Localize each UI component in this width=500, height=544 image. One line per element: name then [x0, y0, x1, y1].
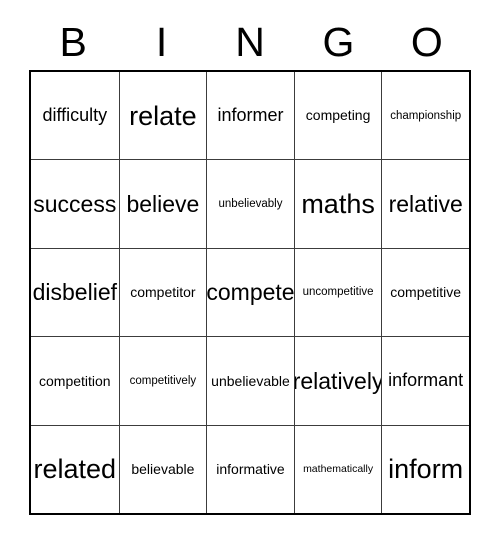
bingo-cell[interactable]: success	[31, 160, 119, 247]
bingo-cell[interactable]: difficulty	[31, 72, 119, 159]
bingo-header: B I N G O	[29, 14, 471, 70]
bingo-row: related believable informative mathemati…	[31, 424, 469, 514]
bingo-cell[interactable]: informative	[206, 425, 294, 514]
header-letter-o: O	[410, 18, 443, 65]
bingo-cell[interactable]: competition	[31, 337, 119, 424]
bingo-row: success believe unbelievably maths relat…	[31, 159, 469, 248]
bingo-cell[interactable]: mathematically	[293, 425, 382, 514]
bingo-cell[interactable]: relatively	[293, 337, 381, 425]
bingo-cell[interactable]: uncompetitive	[293, 248, 382, 337]
bingo-cell[interactable]: disbelief	[31, 249, 119, 336]
bingo-cell[interactable]: maths	[293, 160, 382, 248]
bingo-row: competition competitively unbelievable r…	[31, 336, 469, 425]
bingo-cell[interactable]: relative	[381, 160, 469, 248]
bingo-row: difficulty relate informer competing cha…	[31, 72, 469, 160]
header-letter-g: G	[322, 18, 355, 65]
bingo-cell[interactable]: compete	[206, 248, 294, 337]
bingo-card: B I N G O difficulty relate informer com…	[0, 0, 500, 544]
bingo-cell[interactable]: related	[31, 426, 119, 513]
bingo-cell[interactable]: competitively	[118, 337, 207, 425]
bingo-grid: difficulty relate informer competing cha…	[29, 70, 471, 515]
bingo-cell[interactable]: championship	[381, 72, 469, 160]
bingo-cell[interactable]: competitive	[381, 248, 469, 337]
header-letter-n: N	[235, 18, 265, 65]
header-letter-i: I	[155, 18, 168, 65]
header-letter-b: B	[59, 18, 87, 65]
bingo-cell[interactable]: unbelievably	[206, 160, 294, 248]
bingo-cell[interactable]: informant	[381, 337, 469, 425]
bingo-cell[interactable]: believable	[118, 425, 207, 514]
bingo-cell[interactable]: unbelievable	[206, 337, 294, 425]
bingo-cell[interactable]: relate	[118, 72, 207, 160]
bingo-row: disbelief competitor compete uncompetiti…	[31, 247, 469, 337]
bingo-cell[interactable]: inform	[381, 425, 469, 514]
bingo-cell[interactable]: competitor	[118, 248, 207, 337]
bingo-cell[interactable]: competing	[293, 72, 382, 160]
bingo-cell[interactable]: informer	[206, 72, 294, 160]
bingo-cell[interactable]: believe	[118, 160, 207, 248]
